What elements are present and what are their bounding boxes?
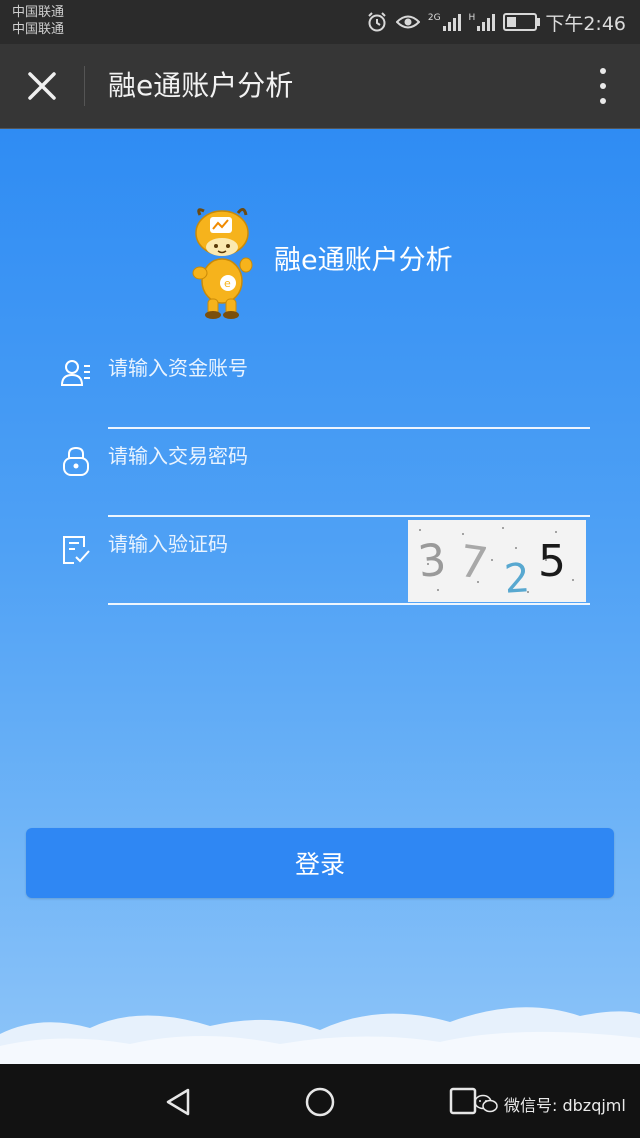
clock: 下午2:46: [545, 12, 626, 35]
account-field[interactable]: 请输入资金账号: [58, 343, 590, 429]
captcha-image[interactable]: 3 7 2 5: [408, 520, 586, 602]
back-icon[interactable]: [160, 1084, 196, 1120]
captcha-placeholder: 请输入验证码: [108, 532, 228, 556]
login-button-label: 登录: [294, 850, 345, 879]
carrier-label-2: 中国联通: [12, 22, 65, 37]
wechat-icon: [474, 1094, 498, 1113]
more-button[interactable]: [588, 64, 618, 108]
watermark-text: 微信号: dbzqjml: [504, 1096, 626, 1115]
network-type-label-2: H: [468, 13, 476, 23]
password-underline: [108, 515, 590, 517]
eye-icon: [395, 15, 420, 29]
close-button[interactable]: [18, 62, 66, 110]
lock-icon: [63, 446, 89, 476]
captcha-underline: [108, 603, 590, 605]
status-bar: 中国联通 中国联通 2G H 下午2:46: [0, 0, 640, 44]
captcha-digit: 2: [503, 555, 532, 602]
watermark: 微信号: dbzqjml: [474, 1092, 626, 1116]
password-placeholder: 请输入交易密码: [108, 444, 248, 468]
more-vertical-icon: [600, 68, 606, 104]
alarm-icon: [368, 12, 386, 32]
user-list-icon: [60, 360, 90, 386]
title-bar: 融e通账户分析: [0, 44, 640, 129]
account-placeholder: 请输入资金账号: [108, 356, 248, 380]
signal-icon-2: H: [469, 13, 496, 31]
account-underline: [108, 427, 590, 429]
checklist-icon: [63, 536, 90, 564]
login-page: e 融e通账户分析 请输入资金账号 请输入交易密码 请输入验证码 3 7 2 5…: [0, 129, 640, 1064]
title-divider: [84, 66, 85, 106]
cloud-decoration: [0, 1007, 640, 1064]
signal-icon: 2G: [428, 13, 461, 31]
network-type-label: 2G: [427, 13, 441, 23]
captcha-digit: 3: [415, 534, 448, 588]
carrier-label-1: 中国联通: [12, 5, 65, 20]
home-icon[interactable]: [302, 1084, 338, 1120]
svg-text:e: e: [224, 277, 231, 290]
password-field[interactable]: 请输入交易密码: [58, 431, 590, 517]
mascot-logo: e: [192, 208, 253, 319]
page-title: 融e通账户分析: [108, 69, 294, 102]
status-icons: 2G H 下午2:46: [366, 8, 626, 36]
brand-title: 融e通账户分析: [274, 245, 453, 276]
captcha-digit: 5: [538, 536, 566, 587]
carrier-labels: 中国联通 中国联通: [12, 4, 64, 38]
battery-icon: [503, 13, 541, 31]
system-nav-bar: 微信号: dbzqjml: [0, 1064, 640, 1138]
login-button[interactable]: 登录: [26, 828, 614, 898]
close-icon: [28, 72, 56, 100]
